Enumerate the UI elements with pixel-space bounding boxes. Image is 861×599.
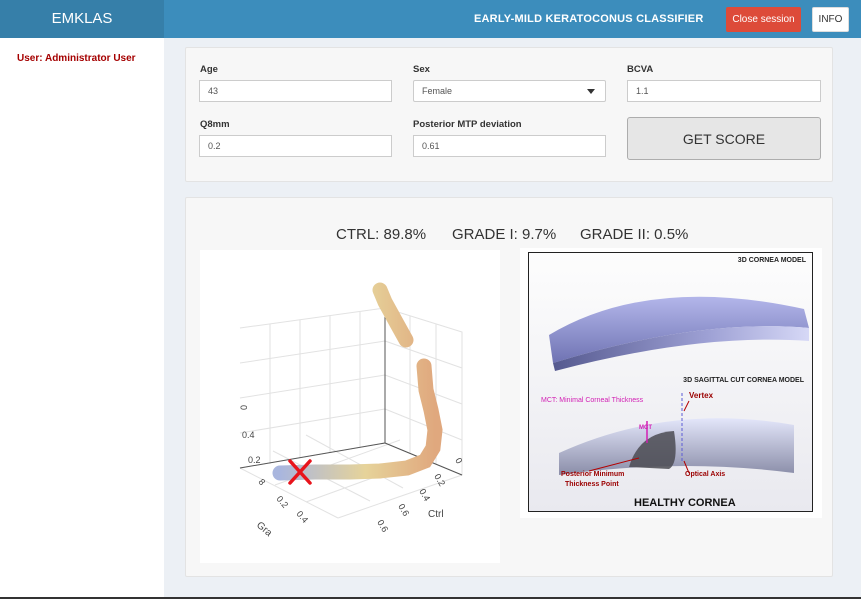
top-bar: EMKLAS EARLY-MILD KERATOCONUS CLASSIFIER… [0,0,861,38]
plot-3d[interactable]: 0 0.4 0.2 0 0.2 0.4 0.6 0.6 Ctrl 8 0.2 0… [200,250,500,563]
sex-select-value: Female [422,86,453,96]
grade1-score: GRADE I: 9.7% [452,226,557,243]
vertex-label: Vertex [689,391,714,400]
bcva-label: BCVA [627,64,654,75]
pmtp-label: Posterior Minimum [561,471,625,478]
grade-axis-label: Gra [254,520,274,539]
sidebar: User: Administrator User [0,38,164,599]
z-tick-0: 0 [239,405,249,410]
app-title: EARLY-MILD KERATOCONUS CLASSIFIER [474,13,704,25]
mtp-input[interactable]: 0.61 [413,135,606,157]
model3d-label: 3D CORNEA MODEL [737,257,806,264]
ctrl-axis-label: Ctrl [428,509,444,520]
mtp-label: Posterior MTP deviation [413,119,522,130]
brand-logo[interactable]: EMKLAS [0,0,164,38]
grade-tick-0.2: 0.2 [274,494,290,510]
cornea-diagram-frame: 3D CORNEA MODEL 3D SAGITTAL CUT CORNEA M… [528,252,813,512]
plot-3d-svg: 0 0.4 0.2 0 0.2 0.4 0.6 0.6 Ctrl 8 0.2 0… [239,282,464,539]
mct-short-label: MCT [639,425,652,431]
grade-tick-0: 8 [256,477,267,487]
ctrl-tick-0: 0 [453,456,464,465]
input-panel [185,47,833,182]
bcva-input[interactable]: 1.1 [627,80,821,102]
z-tick-0.2: 0.2 [248,455,261,465]
healthy-cornea-label: HEALTHY CORNEA [634,497,736,509]
pmtp-label-2: Thickness Point [565,481,619,488]
optical-axis-label: Optical Axis [685,471,726,478]
sex-label: Sex [413,64,430,75]
q8mm-label: Q8mm [200,119,230,130]
q8mm-input[interactable]: 0.2 [199,135,392,157]
chevron-down-icon [587,89,595,94]
mct-label: MCT: Minimal Corneal Thickness [541,397,644,404]
z-tick-0.4: 0.4 [242,430,255,440]
cornea-diagram: 3D CORNEA MODEL 3D SAGITTAL CUT CORNEA M… [520,248,822,518]
age-input[interactable]: 43 [199,80,392,102]
grade-tick-0.4: 0.4 [294,509,310,525]
ctrl-tick-0.6b: 0.6 [375,518,390,534]
info-button[interactable]: INFO [812,7,849,32]
sex-select[interactable]: Female [413,80,606,102]
get-score-button[interactable]: GET SCORE [627,117,821,160]
ctrl-tick-0.6: 0.6 [396,502,411,518]
grade2-score: GRADE II: 0.5% [580,226,689,243]
ctrl-tick-0.2: 0.2 [432,472,447,488]
ctrl-score: CTRL: 89.8% [336,226,427,243]
user-label: User: Administrator User [17,53,136,64]
close-session-button[interactable]: Close session [726,7,801,32]
prediction-curve [272,282,443,481]
age-label: Age [200,64,218,75]
sagittal-label: 3D SAGITTAL CUT CORNEA MODEL [683,377,804,384]
